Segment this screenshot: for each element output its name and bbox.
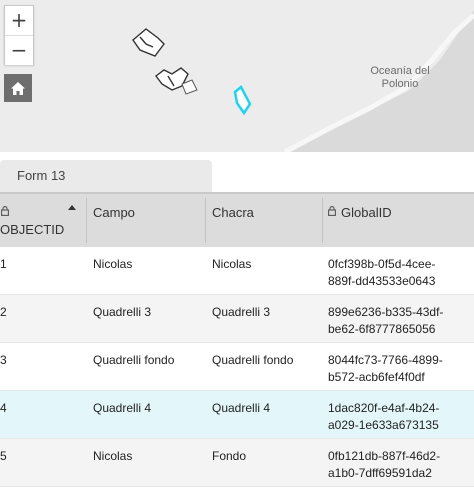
cell-objectid: 2	[0, 305, 7, 319]
globalid-part-2: 889f-dd43533e0643	[328, 274, 436, 288]
zoom-control: + −	[4, 5, 34, 65]
column-header-label: GlobalID	[341, 205, 392, 220]
column-header-objectid[interactable]: OBJECTID	[0, 194, 86, 247]
cell-campo: Nicolas	[93, 257, 133, 271]
globalid-part-1: 0fb121db-887f-46d2-	[328, 449, 441, 463]
home-icon	[11, 81, 25, 95]
lock-icon	[1, 206, 9, 216]
globalid-part-2: a029-1e633a673135	[328, 418, 439, 432]
column-header-globalid[interactable]: GlobalID	[323, 194, 474, 247]
table-header: OBJECTID Campo Chacra GlobalID	[0, 192, 474, 247]
cell-objectid: 4	[0, 401, 7, 415]
column-header-label: Campo	[93, 205, 135, 220]
cell-globalid: 1dac820f-e4af-4b24- a029-1e633a673135	[328, 400, 468, 434]
zoom-in-button[interactable]: +	[5, 6, 33, 35]
table-row[interactable]: 2 Quadrelli 3 Quadrelli 3 899e6236-b335-…	[0, 295, 474, 343]
globalid-part-2: be62-6f8777865056	[328, 322, 436, 336]
globalid-part-1: 0fcf398b-0f5d-4cee-	[328, 257, 436, 271]
cell-globalid: 8044fc73-7766-4899- b572-acb6fef4f0df	[328, 352, 468, 386]
globalid-part-1: 8044fc73-7766-4899-	[328, 353, 443, 367]
cell-chacra: Quadrelli 4	[212, 401, 271, 415]
cell-objectid: 5	[0, 449, 7, 463]
cell-chacra: Nicolas	[212, 257, 252, 271]
cell-chacra: Quadrelli fondo	[212, 353, 294, 367]
place-label-line-1: Oceanía del	[370, 65, 430, 77]
map-place-label: Oceanía del Polonio	[362, 65, 438, 91]
cell-campo: Quadrelli 3	[93, 305, 152, 319]
table-row[interactable]: 1 Nicolas Nicolas 0fcf398b-0f5d-4cee- 889…	[0, 247, 474, 295]
table-row[interactable]: 3 Quadrelli fondo Quadrelli fondo 8044fc…	[0, 343, 474, 391]
place-label-line-2: Polonio	[381, 78, 419, 90]
sort-ascending-icon[interactable]	[68, 205, 76, 210]
parcel-selected[interactable]	[233, 85, 252, 116]
cell-chacra: Quadrelli 3	[212, 305, 271, 319]
cell-globalid: 0fb121db-887f-46d2- a1b0-7dff69591da2	[328, 448, 468, 482]
globalid-part-2: a1b0-7dff69591da2	[328, 466, 432, 480]
lock-icon	[328, 206, 336, 216]
home-button[interactable]	[4, 74, 32, 102]
column-header-label: Chacra	[212, 205, 254, 220]
tab-bar: Form 13	[0, 152, 474, 192]
cell-globalid: 899e6236-b335-43df-be62-6f8777865056	[328, 304, 468, 338]
table-row-selected[interactable]: 4 Quadrelli 4 Quadrelli 4 1dac820f-e4af-…	[0, 391, 474, 439]
cell-campo: Nicolas	[93, 449, 133, 463]
globalid-part-1: 1dac820f-e4af-4b24-	[328, 401, 440, 415]
column-header-label: OBJECTID	[0, 222, 65, 237]
tab-form-13[interactable]: Form 13	[0, 160, 212, 192]
column-header-chacra[interactable]: Chacra	[206, 194, 322, 247]
map-view[interactable]: + − Oceanía del Polonio	[0, 0, 474, 152]
globalid-part-1: 899e6236-b335-43df-	[328, 305, 444, 319]
zoom-out-button[interactable]: −	[5, 36, 33, 65]
attribute-table: OBJECTID Campo Chacra GlobalID 1 Nicolas…	[0, 192, 474, 487]
column-header-campo[interactable]: Campo	[87, 194, 205, 247]
cell-campo: Quadrelli 4	[93, 401, 152, 415]
cell-chacra: Fondo	[212, 449, 247, 463]
cell-globalid: 0fcf398b-0f5d-4cee- 889f-dd43533e0643	[328, 256, 468, 290]
cell-objectid: 3	[0, 353, 7, 367]
tab-label: Form 13	[17, 168, 66, 183]
parcel-1[interactable]	[132, 28, 165, 57]
globalid-part-2: b572-acb6fef4f0df	[328, 370, 425, 384]
cell-campo: Quadrelli fondo	[93, 353, 175, 367]
cell-objectid: 1	[0, 257, 7, 271]
